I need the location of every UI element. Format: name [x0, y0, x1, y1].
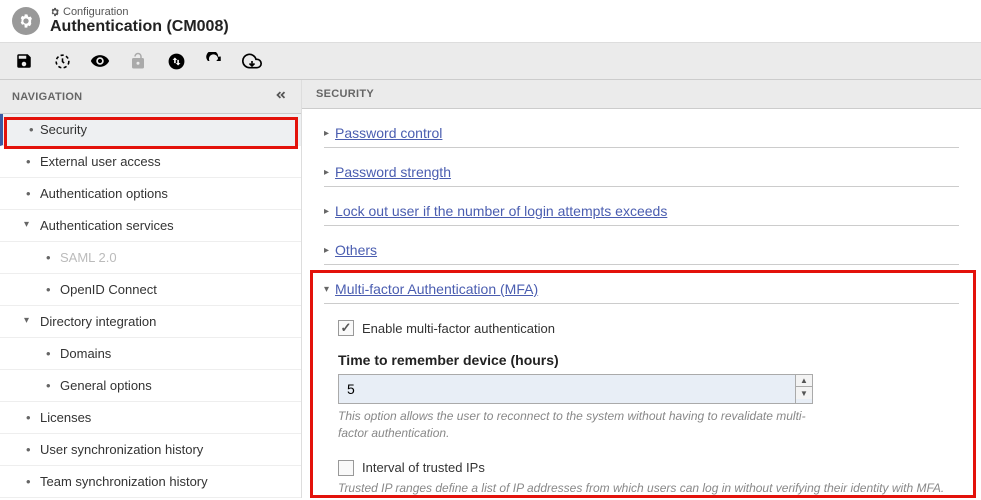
chevron-right-icon: ▸ — [324, 245, 329, 256]
content-header: SECURITY — [302, 80, 981, 109]
time-remember-label: Time to remember device (hours) — [338, 352, 959, 368]
time-remember-field: ▲ ▼ — [338, 374, 813, 404]
section-password-strength[interactable]: ▸ Password strength — [324, 158, 959, 187]
spinner-down-icon[interactable]: ▼ — [796, 387, 812, 399]
gear-icon — [50, 7, 60, 17]
sidebar-item-external-user-access[interactable]: External user access — [0, 146, 301, 178]
sidebar-item-authentication-options[interactable]: Authentication options — [0, 178, 301, 210]
sidebar-item-directory-integration[interactable]: Directory integration — [0, 306, 301, 338]
enable-mfa-label: Enable multi-factor authentication — [362, 321, 555, 336]
gear-circle-icon — [12, 7, 40, 35]
time-remember-help: This option allows the user to reconnect… — [338, 408, 813, 442]
mfa-panel: Enable multi-factor authentication Time … — [324, 314, 959, 496]
collapse-icon[interactable] — [273, 88, 289, 105]
chevron-right-icon: ▸ — [324, 206, 329, 217]
chevron-down-icon: ▾ — [324, 284, 329, 295]
section-mfa[interactable]: ▾ Multi-factor Authentication (MFA) — [324, 275, 959, 304]
save-icon[interactable] — [14, 51, 34, 71]
trusted-ip-help: Trusted IP ranges define a list of IP ad… — [338, 480, 959, 497]
content: SECURITY ▸ Password control ▸ Password s… — [302, 80, 981, 498]
sidebar-item-general-options[interactable]: General options — [0, 370, 301, 402]
sidebar-item-authentication-services[interactable]: Authentication services — [0, 210, 301, 242]
sidebar-item-licenses[interactable]: Licenses — [0, 402, 301, 434]
section-password-control[interactable]: ▸ Password control — [324, 119, 959, 148]
sidebar-item-user-sync[interactable]: User synchronization history — [0, 434, 301, 466]
page-title: Authentication (CM008) — [50, 18, 229, 36]
refresh-icon[interactable] — [204, 51, 224, 71]
time-remember-input[interactable] — [339, 375, 795, 403]
chevron-right-icon: ▸ — [324, 128, 329, 139]
spinner-up-icon[interactable]: ▲ — [796, 375, 812, 387]
sidebar-item-saml[interactable]: SAML 2.0 — [0, 242, 301, 274]
section-lockout[interactable]: ▸ Lock out user if the number of login a… — [324, 197, 959, 226]
section-others[interactable]: ▸ Others — [324, 236, 959, 265]
enable-mfa-checkbox[interactable] — [338, 320, 354, 336]
config-breadcrumb: Configuration — [50, 6, 229, 18]
page-header: Configuration Authentication (CM008) — [0, 0, 981, 43]
trusted-ip-checkbox[interactable] — [338, 460, 354, 476]
unlock-icon[interactable] — [128, 51, 148, 71]
cloud-download-icon[interactable] — [242, 51, 262, 71]
trusted-ip-label: Interval of trusted IPs — [362, 460, 485, 475]
chevron-right-icon: ▸ — [324, 167, 329, 178]
sync-icon[interactable] — [52, 51, 72, 71]
eye-icon[interactable] — [90, 51, 110, 71]
sidebar-item-domains[interactable]: Domains — [0, 338, 301, 370]
toolbar — [0, 43, 981, 80]
sidebar-item-security[interactable]: Security — [0, 114, 301, 146]
sidebar-header: NAVIGATION — [0, 80, 301, 114]
sidebar-item-team-sync[interactable]: Team synchronization history — [0, 466, 301, 498]
sidebar: NAVIGATION Security External user access… — [0, 80, 302, 498]
sidebar-item-openid[interactable]: OpenID Connect — [0, 274, 301, 306]
transfer-icon[interactable] — [166, 51, 186, 71]
